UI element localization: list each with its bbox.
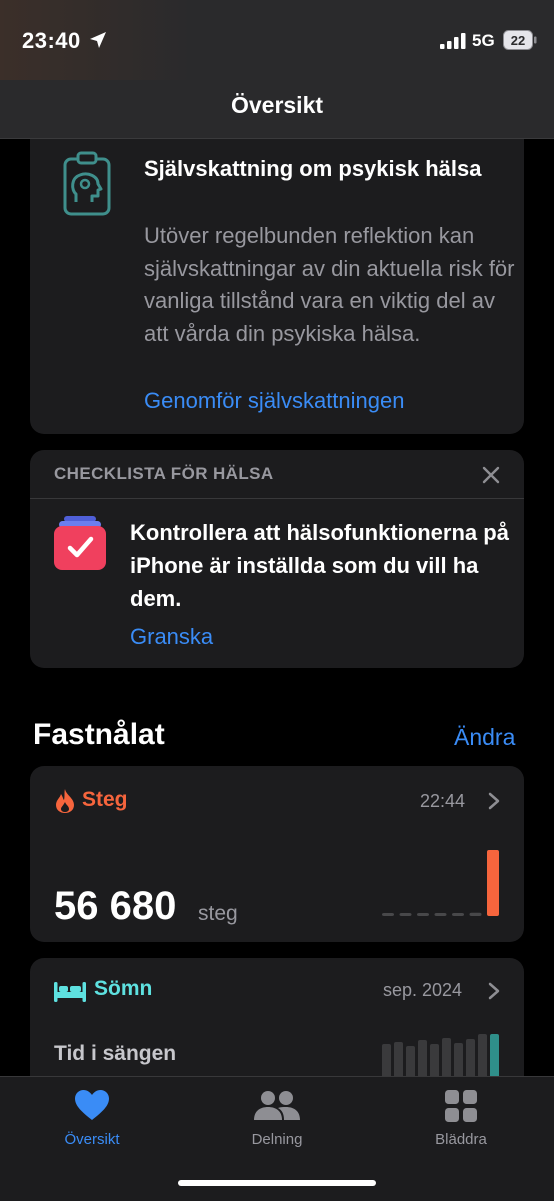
- chevron-right-icon: [488, 792, 500, 810]
- start-assessment-link[interactable]: Genomför självskattningen: [144, 388, 404, 414]
- tab-label: Delning: [251, 1131, 303, 1148]
- steps-bar: [417, 913, 429, 916]
- steps-card[interactable]: Steg 22:44 56 680 steg: [30, 766, 524, 942]
- pinned-section-title: Fastnålat: [33, 718, 165, 751]
- checklist-header: CHECKLISTA FÖR HÄLSA: [54, 464, 274, 483]
- edit-button[interactable]: Ändra: [454, 724, 515, 751]
- grid-icon: [445, 1090, 477, 1122]
- tab-sharing[interactable]: Delning: [197, 1077, 357, 1167]
- steps-mini-chart: [382, 850, 499, 916]
- steps-bar: [452, 913, 464, 916]
- steps-label: Steg: [82, 788, 128, 811]
- sleep-subtitle: Tid i sängen: [54, 1042, 177, 1065]
- assessment-description: Utöver regelbunden reflektion kan självs…: [144, 223, 515, 346]
- home-indicator: [178, 1180, 376, 1186]
- steps-unit: steg: [198, 902, 238, 925]
- divider: [30, 498, 524, 499]
- tab-browse[interactable]: Bläddra: [381, 1077, 541, 1167]
- heart-icon: [75, 1090, 109, 1120]
- steps-bar: [382, 913, 394, 916]
- steps-bar: [487, 850, 499, 916]
- sleep-mini-chart: [382, 1034, 499, 1082]
- battery-icon: 22: [503, 30, 537, 50]
- steps-value: 56 680: [54, 884, 177, 928]
- assessment-title: Självskattning om psykisk hälsa: [144, 156, 482, 181]
- flame-icon: [56, 789, 74, 813]
- battery-level: 22: [511, 33, 525, 48]
- sleep-date: sep. 2024: [383, 980, 463, 1000]
- checklist-text: Kontrollera att hälsofunktionerna på iPh…: [130, 520, 509, 611]
- status-time: 23:40: [22, 28, 81, 53]
- tab-label: Bläddra: [435, 1131, 487, 1148]
- tab-overview[interactable]: Översikt: [12, 1077, 172, 1167]
- people-icon: [254, 1091, 300, 1120]
- checklist-icon: [54, 516, 106, 570]
- review-link[interactable]: Granska: [130, 624, 213, 650]
- steps-bar: [399, 913, 412, 916]
- page-title-overlay: Översikt: [230, 92, 324, 118]
- tab-label: Översikt: [64, 1131, 120, 1148]
- chevron-right-icon: [488, 982, 500, 1000]
- close-icon[interactable]: [482, 466, 500, 484]
- steps-bar: [469, 912, 482, 916]
- steps-bar: [434, 913, 447, 916]
- bed-icon: [54, 982, 86, 1002]
- cellular-signal-icon: [440, 33, 466, 49]
- network-type: 5G: [472, 31, 495, 50]
- status-bar: [0, 0, 554, 80]
- sleep-label: Sömn: [94, 977, 153, 1000]
- mental-health-assessment-card[interactable]: Självskattning om psykisk hälsa Utöver r…: [30, 120, 524, 434]
- health-checklist-card: CHECKLISTA FÖR HÄLSA Kontrollera att häl…: [30, 450, 524, 668]
- clipboard-brain-icon: [63, 151, 111, 216]
- steps-time: 22:44: [420, 791, 466, 811]
- location-arrow-icon: [90, 32, 106, 48]
